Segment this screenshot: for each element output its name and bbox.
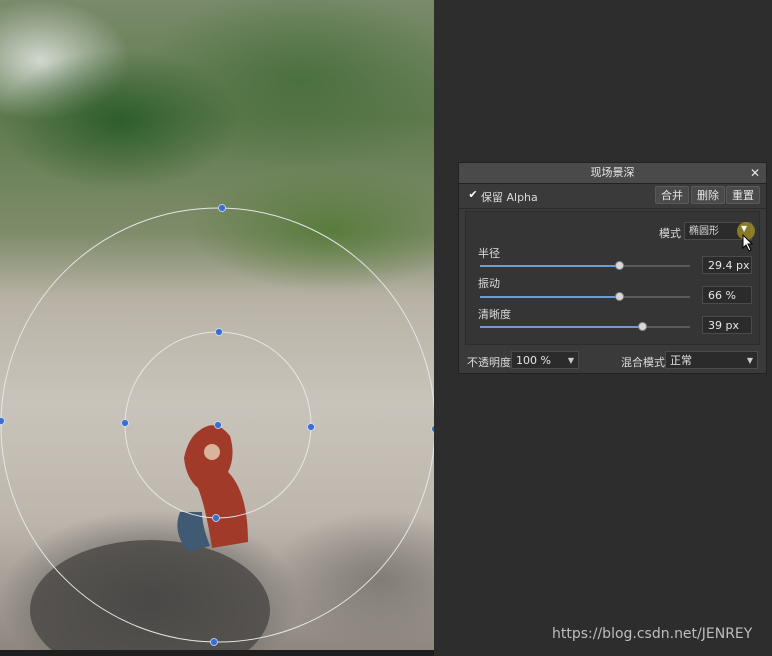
outer-handle-top [218, 204, 226, 212]
sharpness-label: 清晰度 [478, 308, 511, 321]
canvas-bottom-edge [0, 650, 434, 656]
outer-handle-left [0, 417, 5, 425]
opacity-select[interactable]: 100 % ▼ [511, 351, 579, 369]
inner-handle-right [307, 423, 315, 431]
image-canvas[interactable] [0, 0, 434, 650]
preserve-alpha-label: 保留 Alpha [481, 191, 538, 204]
field-depth-panel: 现场景深 ✕ ✔ 保留 Alpha 合并 删除 重置 模式 椭圆形 ▼ 半径 2… [458, 162, 767, 374]
mouse-cursor-icon [742, 234, 754, 252]
panel-title-bar: 现场景深 ✕ [459, 163, 766, 184]
preserve-alpha-checkbox[interactable]: ✔ [467, 189, 479, 201]
panel-toolbar: ✔ 保留 Alpha 合并 删除 重置 [459, 184, 766, 209]
inner-handle-left [121, 419, 129, 427]
radius-label: 半径 [478, 247, 500, 260]
radius-value[interactable]: 29.4 px [702, 256, 752, 274]
chevron-down-icon: ▼ [567, 356, 574, 365]
opacity-label: 不透明度: [467, 356, 515, 369]
sharpness-value[interactable]: 39 px [702, 316, 752, 334]
vibration-slider-thumb[interactable] [615, 292, 624, 301]
outer-handle-right [431, 425, 434, 433]
watermark-text: https://blog.csdn.net/JENREY [552, 626, 753, 642]
vibration-slider-fill [480, 296, 619, 298]
chevron-down-icon: ▼ [746, 356, 753, 365]
sharpness-slider[interactable] [480, 322, 690, 331]
opacity-value: 100 % [516, 354, 551, 367]
panel-footer: 不透明度: 100 % ▼ 混合模式: 正常 ▼ [459, 347, 766, 373]
vibration-value[interactable]: 66 % [702, 286, 752, 304]
sharpness-slider-fill [480, 326, 642, 328]
chevron-down-icon[interactable]: ▼ [741, 224, 747, 233]
center-handle [214, 421, 222, 429]
blend-mode-select[interactable]: 正常 ▼ [665, 351, 758, 369]
blend-mode-value: 正常 [670, 354, 692, 367]
radius-slider[interactable] [480, 261, 690, 270]
mode-label: 模式 [659, 227, 681, 240]
radius-slider-fill [480, 265, 619, 267]
close-icon[interactable]: ✕ [748, 163, 762, 183]
radius-slider-thumb[interactable] [615, 261, 624, 270]
inner-handle-bottom [212, 514, 220, 522]
merge-button[interactable]: 合并 [655, 186, 689, 204]
outer-handle-bottom [210, 638, 218, 646]
sharpness-slider-thumb[interactable] [638, 322, 647, 331]
mode-value: 椭圆形 [689, 226, 719, 237]
vibration-slider[interactable] [480, 292, 690, 301]
panel-title: 现场景深 [590, 166, 635, 179]
settings-area: 模式 椭圆形 ▼ 半径 29.4 px 振动 66 % 清晰度 39 px [465, 211, 760, 345]
vibration-label: 振动 [478, 277, 500, 290]
reset-button[interactable]: 重置 [726, 186, 760, 204]
delete-button[interactable]: 删除 [691, 186, 725, 204]
blend-mode-label: 混合模式: [621, 356, 669, 369]
handle-layer[interactable] [0, 0, 434, 650]
inner-handle-top [215, 328, 223, 336]
